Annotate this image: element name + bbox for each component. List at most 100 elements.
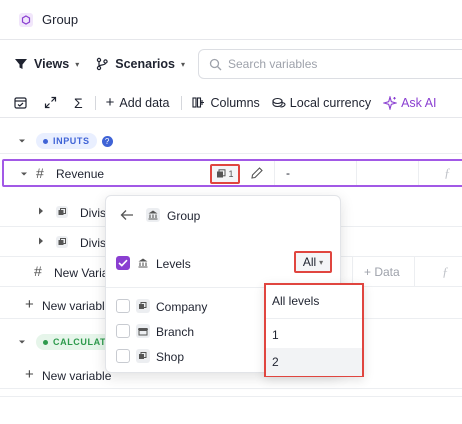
views-button[interactable]: Views ▾: [14, 57, 79, 71]
revenue-value[interactable]: -: [286, 166, 290, 180]
popover-title: Group: [167, 209, 201, 223]
expand-chevron-icon[interactable]: [20, 170, 28, 178]
coins-icon: [272, 96, 286, 109]
formula-icon: ƒ: [442, 264, 449, 279]
views-label: Views: [34, 57, 70, 71]
expand-chevron-right-icon[interactable]: [38, 237, 44, 245]
cell-divider: [274, 161, 275, 185]
toolbar-actions: Σ + Add data Columns Local currency Ask …: [0, 88, 462, 118]
inputs-label: INPUTS: [53, 136, 90, 146]
columns-button[interactable]: Columns: [192, 95, 260, 110]
branch-icon: [95, 57, 109, 71]
add-data-cell-label: Data: [374, 265, 400, 279]
dropdown-divider: [266, 318, 362, 319]
cube-icon: [217, 169, 226, 178]
group-icon: [18, 12, 34, 28]
title-bar: Group: [0, 0, 462, 40]
dropdown-option-2[interactable]: 2: [266, 348, 362, 376]
toolbar-divider: [181, 95, 183, 110]
plus-icon: +: [105, 94, 115, 111]
local-currency-button[interactable]: Local currency: [272, 96, 371, 110]
cell-divider: [418, 161, 419, 185]
divider: [0, 396, 462, 397]
expand-chevron-right-icon[interactable]: [38, 207, 44, 215]
edit-pencil-icon[interactable]: [250, 166, 264, 180]
option-company: Company: [156, 300, 208, 314]
dimension-toggle-button[interactable]: 1: [210, 164, 240, 184]
revenue-row[interactable]: # Revenue 1 - ƒ: [2, 159, 462, 187]
calculations-dot-icon: [43, 339, 48, 345]
toolbar-divider: [94, 95, 96, 110]
option-branch: Branch: [156, 325, 195, 339]
dropdown-option-all-levels[interactable]: All levels: [266, 287, 362, 315]
new-variable-label: New variabl: [42, 299, 105, 313]
chevron-down-icon: ▾: [75, 59, 80, 69]
scenarios-label: Scenarios: [115, 57, 175, 71]
dropdown-option-label: 2: [272, 355, 279, 369]
levels-checkbox[interactable]: [116, 256, 130, 270]
add-data-label: Add data: [119, 95, 170, 110]
levels-label: Levels: [156, 257, 191, 271]
inputs-section-header[interactable]: INPUTS ?: [0, 130, 462, 152]
new-variable-row-name: New Varia: [54, 266, 109, 280]
back-arrow-icon[interactable]: [120, 209, 134, 221]
expand-button[interactable]: [44, 96, 62, 109]
help-icon[interactable]: ?: [101, 135, 113, 147]
page-title: Group: [42, 12, 79, 27]
levels-dropdown: All levels 1 2: [264, 283, 364, 377]
plus-icon: +: [25, 366, 34, 383]
filter-icon: [14, 57, 28, 71]
inputs-badge: INPUTS: [36, 133, 97, 149]
branch-checkbox[interactable]: [116, 324, 130, 338]
sigma-icon: Σ: [74, 94, 83, 111]
check-icon: [118, 259, 128, 267]
cube-icon: [136, 299, 150, 313]
search-icon: [209, 58, 222, 71]
cell-divider: [356, 161, 357, 185]
chevron-down-icon: ▾: [181, 59, 186, 69]
cube-icon: [55, 205, 69, 219]
calculations-label: CALCULAT: [53, 337, 107, 347]
revenue-name: Revenue: [56, 167, 105, 181]
cell-divider: [414, 257, 415, 287]
divider: [0, 153, 462, 154]
dropdown-option-1[interactable]: 1: [266, 321, 362, 349]
plus-icon: +: [364, 265, 375, 279]
option-shop: Shop: [156, 350, 185, 364]
inputs-dot-icon: [43, 138, 48, 144]
local-currency-label: Local currency: [289, 95, 372, 110]
plus-icon: +: [25, 296, 34, 313]
bank-icon: [136, 256, 150, 270]
shop-checkbox[interactable]: [116, 349, 130, 363]
scenarios-button[interactable]: Scenarios ▾: [95, 57, 185, 71]
bank-icon: [146, 208, 160, 222]
search-input[interactable]: [228, 57, 428, 71]
search-box[interactable]: [198, 49, 462, 79]
cube-icon: [55, 235, 69, 249]
toolbar-primary: Views ▾ Scenarios ▾: [0, 44, 462, 84]
chevron-down-icon: ▾: [319, 257, 324, 267]
add-data-button[interactable]: + Add data: [106, 94, 170, 111]
new-variable-label: New variable: [42, 369, 112, 383]
ask-ai-button[interactable]: Ask AI: [383, 95, 437, 110]
sum-button[interactable]: Σ: [74, 95, 83, 111]
calendar-check-icon: [14, 96, 27, 109]
collapse-chevron-icon[interactable]: [18, 338, 26, 346]
store-icon: [136, 324, 150, 338]
levels-select-value: All: [302, 255, 317, 269]
calendar-button[interactable]: [14, 96, 32, 109]
dropdown-option-label: 1: [272, 328, 279, 342]
collapse-chevron-icon[interactable]: [18, 137, 26, 145]
add-data-cell[interactable]: + Data: [364, 265, 400, 279]
company-checkbox[interactable]: [116, 299, 130, 313]
number-type-icon: #: [34, 263, 42, 279]
formula-icon: ƒ: [444, 165, 451, 180]
dimension-count: 1: [228, 169, 234, 179]
levels-select[interactable]: All ▾: [294, 251, 332, 273]
sparkle-icon: [383, 96, 398, 110]
dropdown-option-label: All levels: [272, 294, 320, 308]
columns-icon: [192, 96, 205, 109]
columns-label: Columns: [210, 95, 260, 110]
expand-icon: [44, 96, 57, 109]
ask-ai-label: Ask AI: [401, 95, 437, 110]
